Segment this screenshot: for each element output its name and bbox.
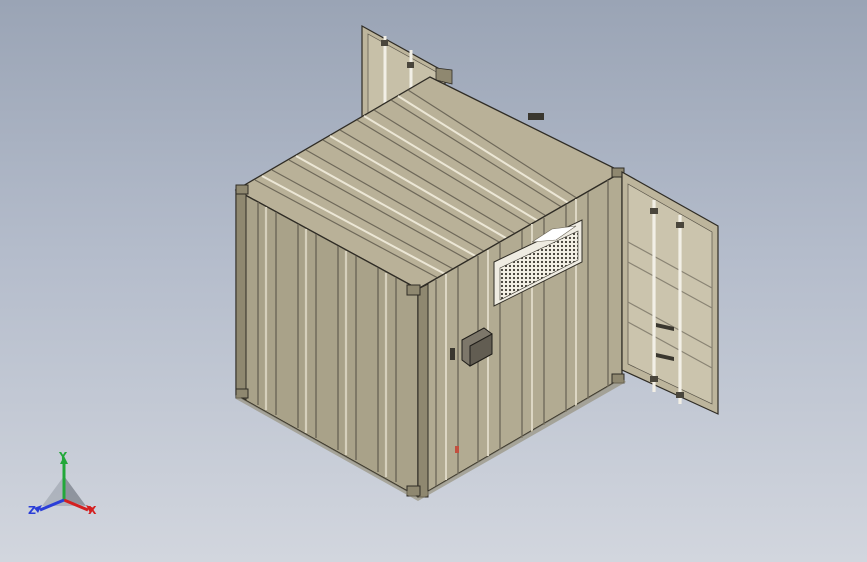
y-axis-label: Y [59,450,67,463]
x-axis-label: X [88,504,97,517]
container-model[interactable] [0,0,867,562]
side-door-right [621,170,719,415]
orientation-triad[interactable]: Y X Z [24,448,104,524]
z-axis-label: Z [28,504,36,517]
cad-viewport[interactable]: Y X Z [0,0,867,562]
